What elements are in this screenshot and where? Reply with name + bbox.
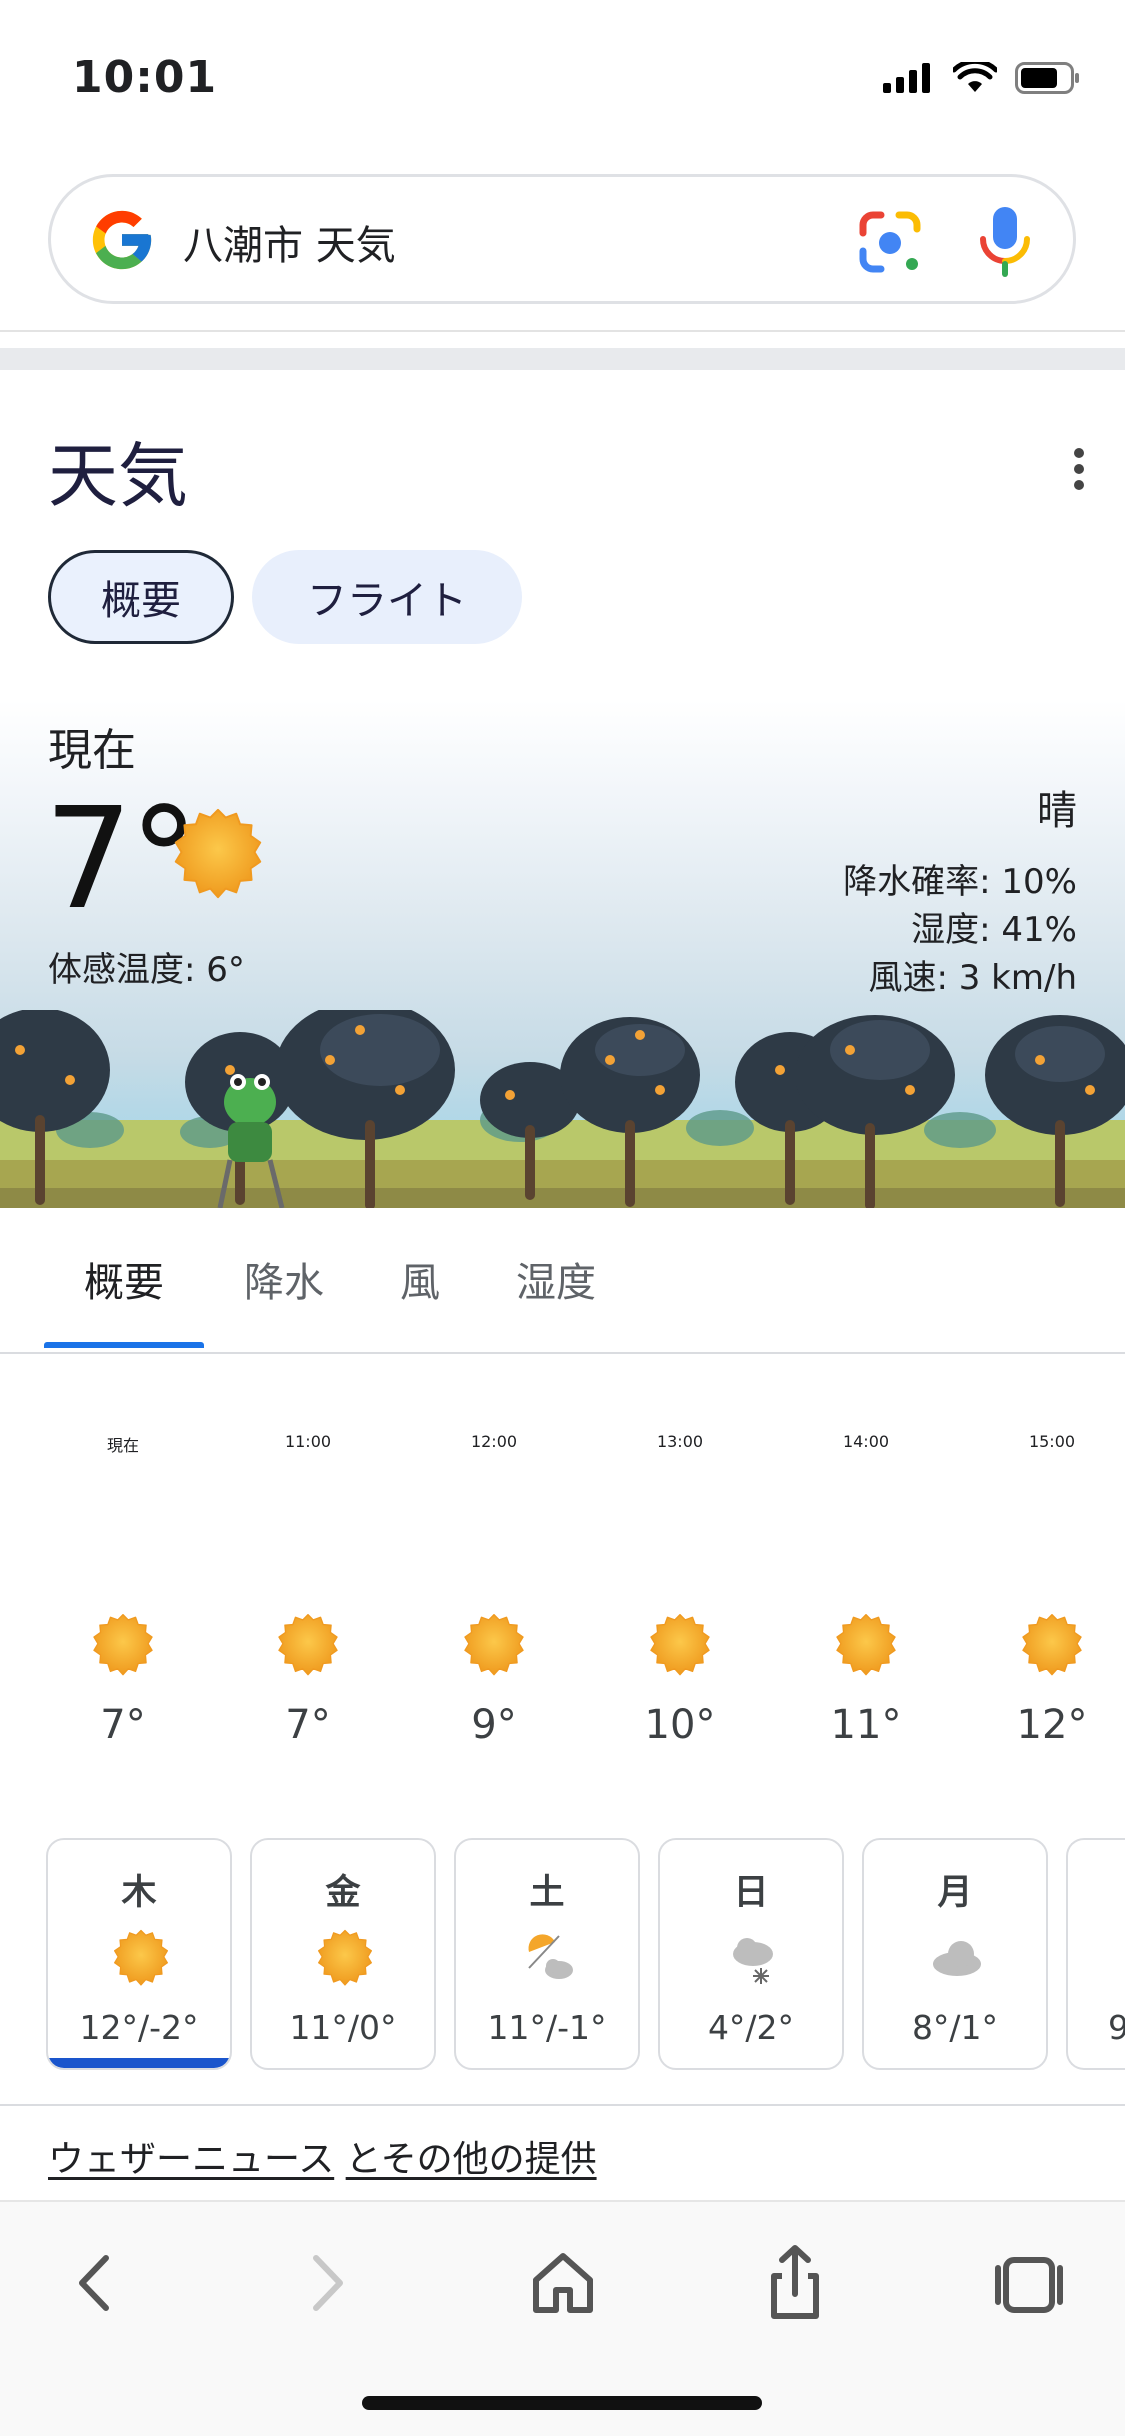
google-lens-icon[interactable] (855, 207, 925, 277)
cloudy-icon (933, 1941, 981, 1976)
day-temp: 8°/1° (911, 2008, 999, 2047)
day-temp: 4°/2° (707, 2008, 795, 2047)
day-name: 土 (529, 1873, 565, 1913)
wifi-icon (953, 62, 997, 92)
more-options-icon[interactable] (1071, 448, 1087, 492)
search-box[interactable]: 八潮市 天気 (48, 174, 1076, 304)
chip-overview[interactable]: 概要 (48, 550, 234, 644)
sunny-icon (90, 1612, 156, 1678)
sunny-icon (647, 1612, 713, 1678)
weather-provider-link[interactable]: ウェザーニュース (48, 2139, 334, 2180)
humidity: 湿度: 41% (911, 910, 1077, 950)
chip-flight[interactable]: フライト (252, 550, 522, 644)
day-card[interactable]: 9 (1066, 1838, 1125, 2070)
day-card[interactable]: 土 11°/-1° (454, 1838, 640, 2070)
hourly-temp: 12° (1016, 1702, 1088, 1748)
back-icon[interactable] (50, 2238, 140, 2328)
hourly-temp: 7° (285, 1702, 331, 1748)
day-temp: 9 (1068, 2008, 1125, 2047)
weather-hero: 現在 7° 体感温度: 6° 晴 降水確率: 10% 湿度: 41% 風速: 3… (0, 700, 1125, 1208)
sunny-icon (174, 808, 262, 899)
day-name: 金 (325, 1873, 361, 1913)
day-temp: 11°/0° (289, 2008, 397, 2047)
divider (0, 330, 1125, 332)
current-condition: 晴 (1037, 788, 1077, 834)
precipitation-chance: 降水確率: 10% (843, 862, 1077, 902)
hourly-temp: 9° (471, 1702, 517, 1748)
sunny-icon (111, 1928, 171, 1988)
feels-like: 体感温度: 6° (48, 950, 245, 990)
tab-wind[interactable]: 風 (400, 1250, 440, 1308)
share-icon[interactable] (750, 2238, 840, 2328)
hourly-time: 13:00 (656, 1432, 704, 1451)
tabs-icon[interactable] (984, 2238, 1074, 2328)
hourly-temp: 11° (830, 1702, 902, 1748)
divider (0, 2104, 1125, 2106)
hourly-time: 14:00 (842, 1432, 890, 1451)
battery-icon (1015, 62, 1079, 94)
orchard-illustration (0, 1010, 1125, 1208)
google-logo-icon (92, 210, 152, 270)
day-card[interactable]: 日 4°/2° (658, 1838, 844, 2070)
sunny-icon (461, 1612, 527, 1678)
hourly-time: 15:00 (1028, 1432, 1076, 1451)
search-query[interactable]: 八潮市 天気 (183, 213, 396, 271)
hourly-temp: 7° (100, 1702, 146, 1748)
status-bar: 10:01 (0, 0, 1125, 160)
tab-overview[interactable]: 概要 (84, 1250, 164, 1308)
weather-tabs: 概要 降水 風 湿度 (0, 1210, 1125, 1354)
current-label: 現在 (48, 725, 136, 776)
day-card[interactable]: 木 12°/-2° (46, 1838, 232, 2070)
other-providers-link[interactable]: とその他の提供 (346, 2139, 597, 2180)
tab-humidity[interactable]: 湿度 (516, 1250, 596, 1308)
microphone-icon[interactable] (975, 205, 1035, 279)
home-icon[interactable] (518, 2238, 608, 2328)
hourly-temp: 10° (644, 1702, 716, 1748)
day-temp: 11°/-1° (487, 2008, 607, 2047)
selected-day-indicator (48, 2058, 230, 2068)
snow-cloud-icon (733, 1938, 773, 1984)
status-icons (883, 62, 1081, 94)
cellular-signal-icon (883, 63, 930, 93)
partly-cloudy-icon (528, 1934, 573, 1979)
hourly-time: 11:00 (284, 1432, 332, 1451)
day-name: 月 (937, 1873, 973, 1913)
day-temp: 12°/-2° (79, 2008, 199, 2047)
hourly-time: 12:00 (470, 1432, 518, 1451)
sunny-icon (833, 1612, 899, 1678)
day-card[interactable]: 金 11°/0° (250, 1838, 436, 2070)
weather-source: ウェザーニュース とその他の提供 (48, 2130, 597, 2182)
status-time: 10:01 (72, 52, 218, 103)
sunny-icon (275, 1612, 341, 1678)
sunny-icon (315, 1928, 375, 1988)
weather-title: 天気 (48, 435, 188, 517)
home-indicator (362, 2396, 762, 2410)
day-name: 木 (121, 1873, 157, 1913)
day-card[interactable]: 月 8°/1° (862, 1838, 1048, 2070)
forward-icon[interactable] (282, 2238, 372, 2328)
tab-active-indicator (44, 1342, 204, 1348)
sunny-icon (1019, 1612, 1085, 1678)
hourly-time: 現在 (106, 1436, 139, 1455)
tab-precipitation[interactable]: 降水 (244, 1250, 324, 1308)
wind-speed: 風速: 3 km/h (868, 958, 1077, 998)
day-name: 日 (733, 1873, 769, 1913)
section-separator (0, 348, 1125, 370)
